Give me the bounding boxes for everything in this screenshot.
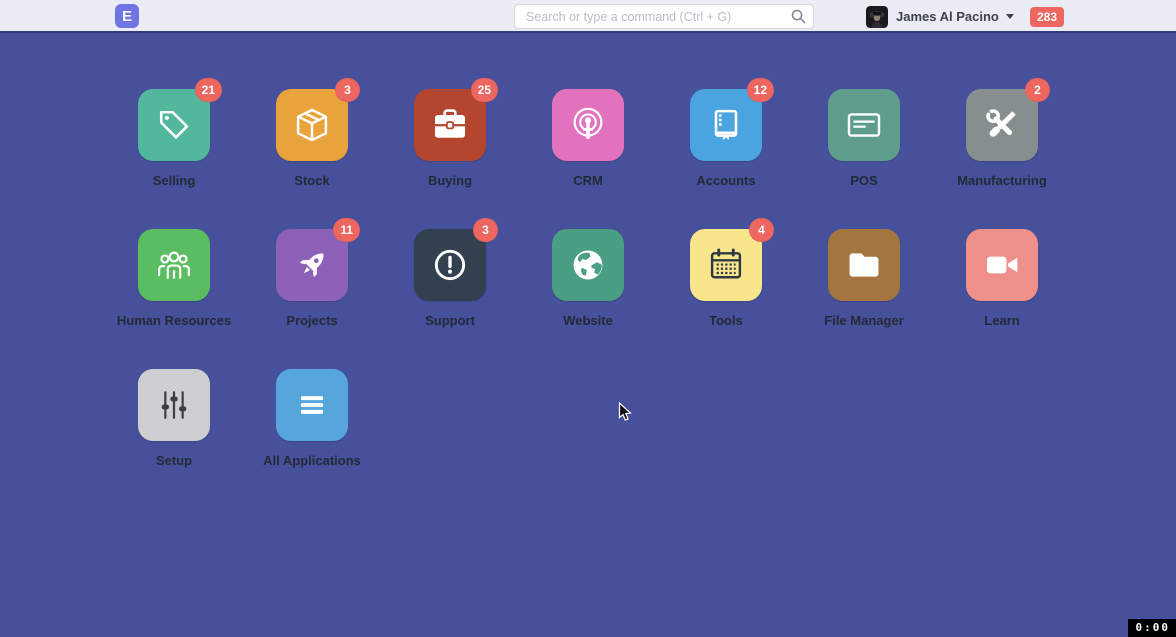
search-icon[interactable]: [790, 8, 807, 25]
app-icon[interactable]: [276, 369, 348, 441]
app-count-badge: 3: [473, 218, 498, 242]
app-tile-manufacturing[interactable]: 2 Manufacturing: [933, 89, 1071, 229]
app-icon[interactable]: [552, 89, 624, 161]
app-tile-accounts[interactable]: 12 Accounts: [657, 89, 795, 229]
user-name: James Al Pacino: [896, 9, 999, 24]
app-icon[interactable]: [966, 229, 1038, 301]
app-label: Tools: [709, 313, 743, 328]
app-count-badge: 11: [333, 218, 360, 242]
top-navbar: E James Al Pacino 283: [0, 0, 1176, 33]
user-menu[interactable]: James Al Pacino: [866, 0, 1014, 33]
app-label: Learn: [984, 313, 1019, 328]
issue-icon: [430, 245, 470, 285]
video-camera-icon: [982, 245, 1022, 285]
app-icon[interactable]: [828, 89, 900, 161]
broadcast-icon: [568, 105, 608, 145]
app-tile-website[interactable]: Website: [519, 229, 657, 369]
app-icon[interactable]: 11: [276, 229, 348, 301]
app-icon[interactable]: 3: [414, 229, 486, 301]
global-search: [514, 4, 814, 29]
app-count-badge: 2: [1025, 78, 1050, 102]
app-icon[interactable]: 2: [966, 89, 1038, 161]
app-tile-support[interactable]: 3 Support: [381, 229, 519, 369]
app-tile-buying[interactable]: 25 Buying: [381, 89, 519, 229]
globe-icon: [568, 245, 608, 285]
app-tile-file-manager[interactable]: File Manager: [795, 229, 933, 369]
app-tile-selling[interactable]: 21 Selling: [105, 89, 243, 229]
menu-icon: [292, 385, 332, 425]
briefcase-icon: [430, 105, 470, 145]
tools-icon: [982, 105, 1022, 145]
recording-timer: 0:00: [1128, 619, 1176, 637]
tag-icon: [154, 105, 194, 145]
app-icon[interactable]: 3: [276, 89, 348, 161]
app-tile-setup[interactable]: Setup: [105, 369, 243, 509]
app-label: Buying: [428, 173, 472, 188]
rocket-icon: [292, 245, 332, 285]
package-icon: [292, 105, 332, 145]
app-tile-pos[interactable]: POS: [795, 89, 933, 229]
app-label: CRM: [573, 173, 603, 188]
app-count-badge: 21: [195, 78, 222, 102]
app-count-badge: 12: [747, 78, 774, 102]
app-count-badge: 4: [749, 218, 774, 242]
app-tile-crm[interactable]: CRM: [519, 89, 657, 229]
app-label: File Manager: [824, 313, 903, 328]
app-label: Website: [563, 313, 613, 328]
app-icon[interactable]: 4: [690, 229, 762, 301]
app-icon[interactable]: 25: [414, 89, 486, 161]
user-avatar: [866, 6, 888, 28]
notification-count-badge[interactable]: 283: [1030, 7, 1064, 27]
app-tile-tools[interactable]: 4 Tools: [657, 229, 795, 369]
app-icon[interactable]: [138, 229, 210, 301]
credit-card-icon: [844, 105, 884, 145]
app-icon[interactable]: [138, 369, 210, 441]
app-count-badge: 3: [335, 78, 360, 102]
journal-icon: [706, 105, 746, 145]
app-label: All Applications: [263, 453, 361, 468]
app-count-badge: 25: [471, 78, 498, 102]
app-icon[interactable]: 21: [138, 89, 210, 161]
app-icon[interactable]: [828, 229, 900, 301]
app-label: Selling: [153, 173, 196, 188]
app-label: Setup: [156, 453, 192, 468]
app-label: POS: [850, 173, 877, 188]
folder-icon: [844, 245, 884, 285]
app-tile-human-resources[interactable]: Human Resources: [105, 229, 243, 369]
app-label: Manufacturing: [957, 173, 1047, 188]
app-logo[interactable]: E: [115, 4, 139, 28]
app-icon[interactable]: 12: [690, 89, 762, 161]
search-input[interactable]: [514, 4, 814, 29]
app-label: Accounts: [696, 173, 755, 188]
app-label: Projects: [286, 313, 337, 328]
chevron-down-icon: [1006, 14, 1014, 19]
app-tile-learn[interactable]: Learn: [933, 229, 1071, 369]
app-icon[interactable]: [552, 229, 624, 301]
app-label: Support: [425, 313, 475, 328]
sliders-icon: [154, 385, 194, 425]
app-tile-projects[interactable]: 11 Projects: [243, 229, 381, 369]
calendar-icon: [706, 245, 746, 285]
app-tile-stock[interactable]: 3 Stock: [243, 89, 381, 229]
app-grid: 21 Selling 3 Stock 25 Buying CRM 12 Acco…: [105, 35, 1071, 509]
app-label: Stock: [294, 173, 329, 188]
app-tile-all-applications[interactable]: All Applications: [243, 369, 381, 509]
people-icon: [154, 245, 194, 285]
app-label: Human Resources: [117, 313, 231, 328]
